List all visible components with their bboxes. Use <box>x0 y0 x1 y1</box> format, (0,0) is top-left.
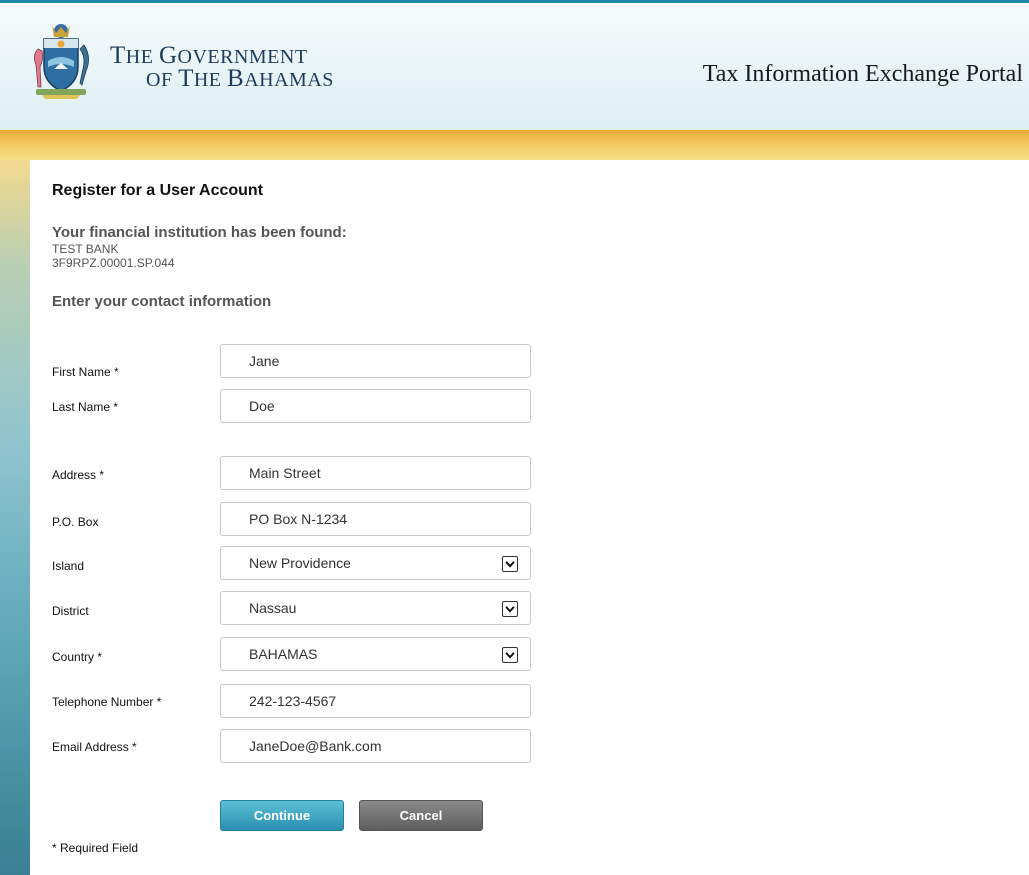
contact-info-heading: Enter your contact information <box>52 293 272 310</box>
district-label: District <box>52 604 89 618</box>
institution-name: TEST BANK <box>52 242 119 256</box>
telephone-label: Telephone Number * <box>52 695 162 709</box>
country-select[interactable]: BAHAMAS <box>220 637 531 671</box>
portal-title: Tax Information Exchange Portal <box>702 61 1023 87</box>
page-title: Register for a User Account <box>52 182 264 199</box>
logo-letter: T <box>110 42 126 69</box>
chevron-down-icon[interactable] <box>502 647 518 663</box>
logo-letter: B <box>227 65 245 92</box>
logo-letter: T <box>178 65 194 92</box>
gold-divider-band <box>0 130 1029 160</box>
email-field[interactable] <box>220 729 531 763</box>
logo-line-2: OF THE BAHAMAS <box>110 65 334 92</box>
required-field-note: * Required Field <box>52 841 139 855</box>
logo-text-part: OF <box>146 69 179 91</box>
island-select[interactable]: New Providence <box>220 546 531 580</box>
government-logo-text: THE GOVERNMENT OF THE BAHAMAS <box>110 42 334 92</box>
district-select[interactable]: Nassau <box>220 591 531 625</box>
island-label: Island <box>52 559 85 573</box>
address-field[interactable] <box>220 456 531 490</box>
continue-button[interactable]: Continue <box>220 800 344 831</box>
last-name-label: Last Name * <box>52 400 119 414</box>
site-header: THE GOVERNMENT OF THE BAHAMAS Tax Inform… <box>0 0 1029 140</box>
chevron-down-icon[interactable] <box>502 556 518 572</box>
address-label: Address * <box>52 468 105 482</box>
logo-text-part: AHAMAS <box>244 69 334 91</box>
cancel-button[interactable]: Cancel <box>359 800 483 831</box>
first-name-field[interactable] <box>220 344 531 378</box>
email-label: Email Address * <box>52 740 137 754</box>
telephone-field[interactable] <box>220 684 531 718</box>
bahamas-coat-of-arms-icon <box>34 24 89 99</box>
institution-id: 3F9RPZ.00001.SP.044 <box>52 256 175 270</box>
district-selected-value: Nassau <box>249 600 297 616</box>
country-selected-value: BAHAMAS <box>249 646 318 662</box>
logo-letter: G <box>158 42 178 69</box>
po-box-label: P.O. Box <box>52 515 99 529</box>
chevron-down-icon[interactable] <box>502 601 518 617</box>
po-box-field[interactable] <box>220 502 531 536</box>
institution-found-heading: Your financial institution has been foun… <box>52 224 347 241</box>
last-name-field[interactable] <box>220 389 531 423</box>
left-decorative-strip <box>0 160 30 875</box>
logo-text-part: HE <box>125 46 159 68</box>
logo-text-part: HE <box>193 69 228 91</box>
registration-panel: Register for a User Account Your financi… <box>30 160 1029 875</box>
island-selected-value: New Providence <box>249 555 351 571</box>
country-label: Country * <box>52 650 103 664</box>
first-name-label: First Name * <box>52 365 119 379</box>
logo-line-1: THE GOVERNMENT <box>110 42 334 69</box>
